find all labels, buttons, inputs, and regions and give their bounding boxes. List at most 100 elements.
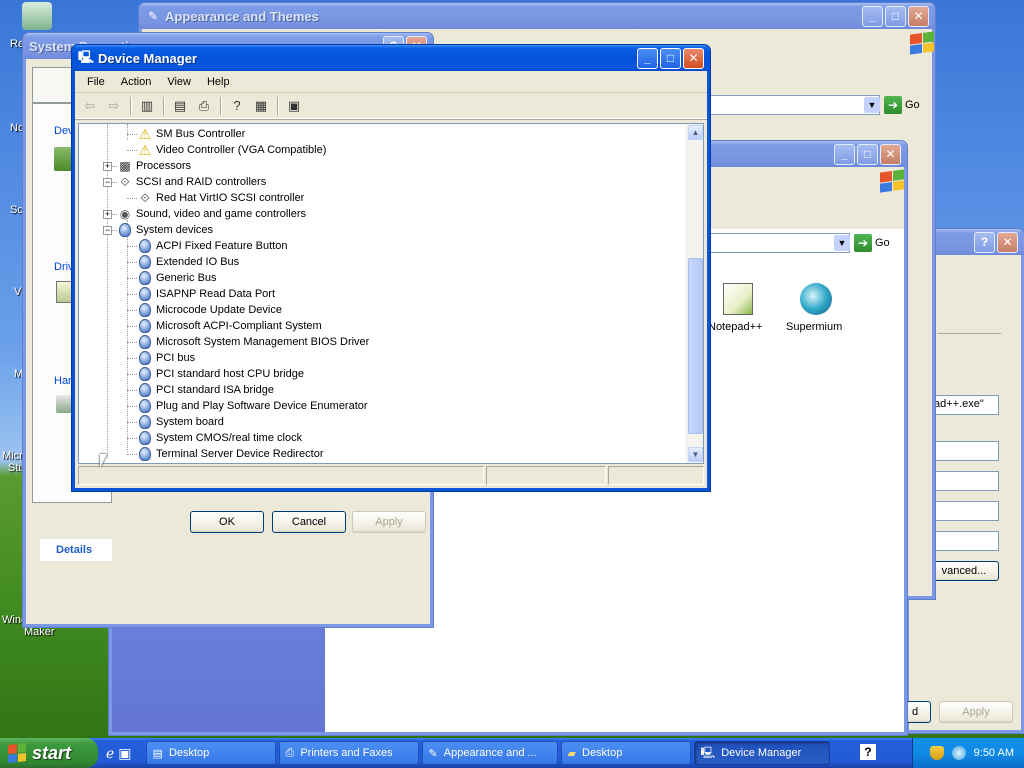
device-category-node[interactable]: System devices [117,222,213,238]
expand-icon[interactable]: + [103,162,112,171]
device-manager-titlebar[interactable]: 🖳 Device Manager _ □ ✕ [72,45,710,71]
start-button[interactable]: start [0,738,98,768]
help-button[interactable]: ? [974,231,995,253]
collapse-icon[interactable]: − [103,178,112,187]
scroll-down-button[interactable]: ▼ [688,447,703,462]
clock[interactable]: 9:50 AM [974,747,1014,759]
advanced-button[interactable]: vanced... [929,561,999,581]
device-node[interactable]: Generic Bus [137,270,217,286]
device-node[interactable]: Plug and Play Software Device Enumerator [137,398,368,414]
task-desktop-folder[interactable]: ▰ Desktop [560,741,691,765]
minimize-button[interactable]: _ [834,143,855,165]
scroll-up-button[interactable]: ▲ [688,125,703,140]
device-node-label: Extended IO Bus [156,256,240,268]
show-desktop-icon[interactable]: ▣ [118,745,131,762]
desktop-item-label[interactable]: Notepad++ [708,321,762,333]
device-node[interactable]: PCI standard ISA bridge [137,382,274,398]
menu-action[interactable]: Action [113,76,160,88]
device-node[interactable]: Terminal Server Device Redirector [137,446,324,462]
device-node[interactable]: Microsoft System Management BIOS Driver [137,334,369,350]
start-label: start [32,742,72,763]
properties-icon[interactable]: ▤ [169,95,191,117]
forward-icon[interactable]: ⇨ [103,95,125,117]
notepad-plus-plus-icon[interactable] [723,283,753,315]
maximize-button[interactable]: □ [885,5,906,27]
show-hide-action-pane-icon[interactable]: ▦ [250,95,272,117]
minimize-button[interactable]: _ [862,5,883,27]
menu-file[interactable]: File [79,76,113,88]
device-node[interactable]: PCI bus [137,350,195,366]
appearance-titlebar[interactable]: ✎ Appearance and Themes _ □ ✕ [139,3,935,29]
go-button[interactable]: ➔ Go [884,96,920,114]
task-desktop[interactable]: ▤ Desktop [145,741,276,765]
internet-explorer-icon[interactable]: ℯ [106,745,114,762]
close-button[interactable]: ✕ [908,5,929,27]
device-node[interactable]: System CMOS/real time clock [137,430,302,446]
device-category-node[interactable]: ◉ Sound, video and game controllers [117,206,306,222]
menu-view[interactable]: View [159,76,199,88]
device-node[interactable]: System board [137,414,224,430]
target-field[interactable]: ad++.exe" [929,395,999,415]
task-device-manager[interactable]: 🖳 Device Manager [693,741,830,765]
task-appearance-and-themes[interactable]: ✎ Appearance and ... [421,741,558,765]
device-node[interactable]: ACPI Fixed Feature Button [137,238,287,254]
scroll-thumb[interactable] [688,258,703,434]
device-node-label: Red Hat VirtIO SCSI controller [156,192,305,204]
device-node[interactable]: Extended IO Bus [137,254,239,270]
device-node[interactable]: ISAPNP Read Data Port [137,286,275,302]
device-node[interactable]: ⚠ Video Controller (VGA Compatible) [137,142,327,158]
desktop-label-micr[interactable]: Micr [2,450,23,462]
show-hide-console-tree-icon[interactable]: ▥ [136,95,158,117]
desktop-item-label[interactable]: Supermium [786,321,842,333]
close-button[interactable]: ✕ [997,231,1018,253]
comment-field[interactable] [929,531,999,551]
cancel-button[interactable]: Cancel [272,511,346,533]
apply-button[interactable]: Apply [939,701,1013,723]
maximize-button[interactable]: □ [660,47,681,69]
device-manager-window[interactable]: 🖳 Device Manager _ □ ✕ File Action View … [71,44,711,492]
task-printers-and-faxes[interactable]: ⎙ Printers and Faxes [278,741,419,765]
device-node-label: PCI standard host CPU bridge [156,368,304,380]
scsi-controller-icon: ⟐ [140,190,150,205]
security-shield-icon[interactable] [929,746,944,760]
chevron-down-icon[interactable]: ▼ [864,97,880,113]
device-node[interactable]: Microsoft ACPI-Compliant System [137,318,322,334]
apply-button[interactable]: Apply [352,511,426,533]
print-icon[interactable]: ⎙ [193,95,215,117]
maximize-button[interactable]: □ [857,143,878,165]
device-category-node[interactable]: ⟐ SCSI and RAID controllers [117,174,266,190]
device-node[interactable]: PCI standard host CPU bridge [137,366,304,382]
collapse-icon[interactable]: − [103,226,112,235]
desktop-label-sc[interactable]: Sc [10,204,23,216]
system-device-icon [137,366,153,382]
start-in-field[interactable] [929,441,999,461]
ok-button[interactable]: OK [190,511,264,533]
scan-hardware-changes-icon[interactable]: ▣ [283,95,305,117]
close-button[interactable]: ✕ [880,143,901,165]
supermium-browser-icon[interactable] [800,283,832,315]
chevron-down-icon[interactable]: ▼ [834,235,850,251]
help-icon[interactable]: ? [860,744,876,760]
menu-help[interactable]: Help [199,76,238,88]
network-icon[interactable] [951,746,966,760]
details-link[interactable]: Details [40,539,112,561]
help-icon[interactable]: ? [226,95,248,117]
back-icon[interactable]: ⇦ [79,95,101,117]
vertical-scrollbar[interactable]: ▲ ▼ [686,124,703,463]
address-bar[interactable] [702,233,850,253]
group-label-hardware-profiles: Har [54,375,72,387]
close-button[interactable]: ✕ [683,47,704,69]
system-device-icon [137,430,153,446]
expand-icon[interactable]: + [103,210,112,219]
run-select[interactable] [929,501,999,521]
recycle-bin-icon[interactable] [22,2,52,30]
device-node[interactable]: ⚠ SM Bus Controller [137,126,246,142]
device-tree[interactable]: ⚠ SM Bus Controller ⚠ Video Controller (VGA… [78,123,704,464]
device-node[interactable]: Microcode Update Device [137,302,282,318]
minimize-button[interactable]: _ [637,47,658,69]
go-button[interactable]: ➔ Go [854,234,890,252]
device-node[interactable]: ⟐ Red Hat VirtIO SCSI controller [137,190,304,206]
tree-line [127,438,137,439]
device-category-node[interactable]: ▩ Processors [117,158,191,174]
shortcut-key-field[interactable] [929,471,999,491]
